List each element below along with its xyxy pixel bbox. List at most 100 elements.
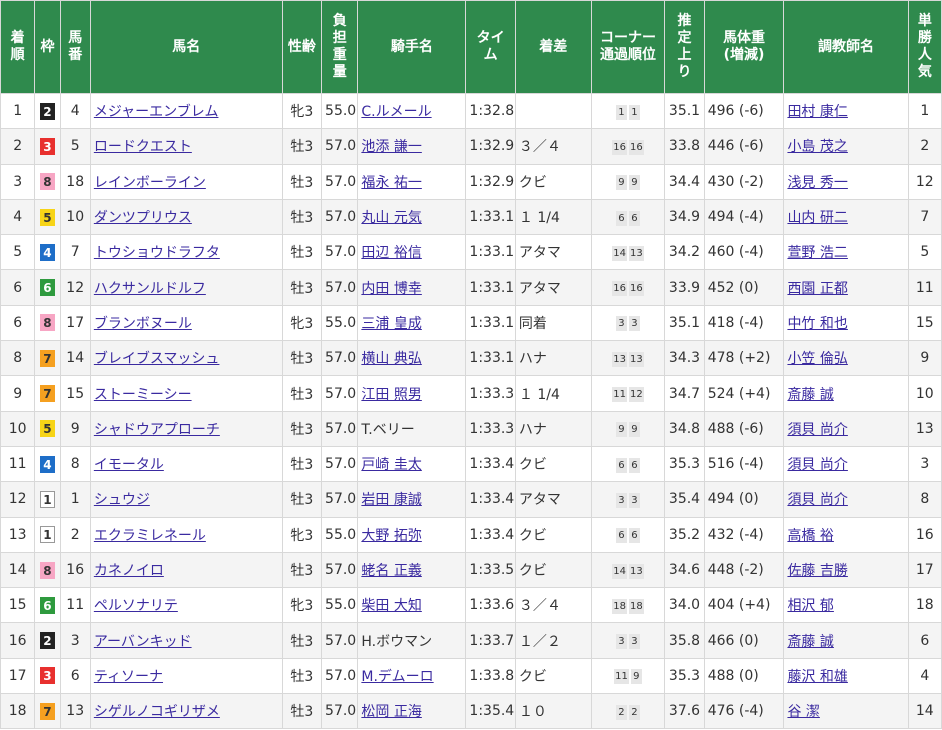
table-row[interactable]: 6 8 17 ブランボヌール 牝3 55.0 三浦 皇成 1:33.1 同着 3 3 35.1 418 … — [0, 304, 942, 342]
table-row[interactable]: 6 6 12 ハクサンルドルフ 牡3 57.0 内田 博幸 1:33.1 アタマ 16 16 33.9… — [0, 269, 942, 306]
table-row[interactable]: 11 4 8 イモータル 牡3 57.0 戸崎 圭太 1:33.4 クビ 6 6 35.3 516 (-… — [0, 445, 942, 483]
horse-name-link[interactable]: ダンツプリウス — [94, 210, 192, 226]
horse-name-link[interactable]: ペルソナリテ — [94, 598, 178, 614]
jockey-link[interactable]: 田辺 裕信 — [361, 245, 421, 261]
horse-name-link[interactable]: ティソーナ — [94, 669, 163, 685]
trainer-link[interactable]: 佐藤 吉勝 — [787, 563, 847, 579]
header-waku[interactable]: 枠 — [34, 0, 61, 94]
table-row[interactable]: 13 1 2 エクラミレネール 牝3 55.0 大野 拓弥 1:33.4 クビ 6 6 35.2 432… — [0, 516, 942, 553]
horse-weight-cell: 524 (+4) — [703, 375, 785, 412]
jockey-link[interactable]: 岩田 康誠 — [361, 492, 421, 508]
header-last3f[interactable]: 推定上り — [664, 0, 705, 94]
header-trainer[interactable]: 調教師名 — [783, 0, 909, 94]
margin-cell: クビ — [514, 163, 592, 200]
horse-name-link[interactable]: ブランボヌール — [94, 316, 192, 332]
table-row[interactable]: 8 7 14 ブレイブスマッシュ 牡3 57.0 横山 典弘 1:33.1 ハナ 13 13 34.3… — [0, 340, 942, 377]
horse-name-link[interactable]: ロードクエスト — [94, 139, 192, 155]
table-row[interactable]: 5 4 7 トウショウドラフタ 牡3 57.0 田辺 裕信 1:33.1 アタマ 14 13 34.2… — [0, 234, 942, 271]
jockey-link[interactable]: M.デムーロ — [361, 669, 433, 685]
horse-weight-cell: 460 (-4) — [703, 234, 785, 271]
jockey-link[interactable]: 三浦 皇成 — [361, 316, 421, 332]
corner-position: 9 — [615, 422, 627, 438]
header-corner[interactable]: コーナー 通過順位 — [590, 0, 666, 94]
corner-position: 3 — [628, 492, 640, 508]
jockey-link[interactable]: 池添 謙一 — [361, 139, 421, 155]
jockey-link[interactable]: 松岡 正海 — [361, 704, 421, 720]
trainer-link[interactable]: 相沢 郁 — [787, 598, 833, 614]
trainer-link[interactable]: 田村 康仁 — [787, 104, 847, 120]
trainer-link[interactable]: 谷 潔 — [787, 704, 819, 720]
jockey-link[interactable]: 戸崎 圭太 — [361, 457, 421, 473]
horse-name-link[interactable]: ハクサンルドルフ — [94, 281, 206, 297]
corner-position: 6 — [615, 528, 627, 544]
header-rank[interactable]: 着順 — [0, 0, 36, 94]
sex-age-cell: 牡3 — [281, 551, 323, 589]
table-row[interactable]: 3 8 18 レインボーライン 牡3 57.0 福永 祐一 1:32.9 クビ 9 9 34.4 430… — [0, 163, 942, 200]
trainer-cell: 高橋 裕 — [783, 516, 909, 553]
horse-name-link[interactable]: メジャーエンブレム — [94, 104, 219, 120]
trainer-link[interactable]: 藤沢 和雄 — [787, 669, 847, 685]
jockey-link[interactable]: 江田 照男 — [361, 387, 421, 403]
trainer-link[interactable]: 山内 研二 — [787, 210, 847, 226]
time-cell: 1:33.5 — [465, 551, 516, 589]
horse-name-link[interactable]: アーバンキッド — [94, 634, 192, 650]
horse-name-link[interactable]: シャドウアプローチ — [94, 422, 220, 438]
trainer-link[interactable]: 小島 茂之 — [787, 139, 847, 155]
trainer-link[interactable]: 西園 正都 — [787, 281, 847, 297]
jockey-link[interactable]: 大野 拓弥 — [361, 528, 421, 544]
trainer-link[interactable]: 須貝 尚介 — [787, 457, 847, 473]
header-horse-name[interactable]: 馬名 — [89, 0, 283, 94]
table-row[interactable]: 1 2 4 メジャーエンブレム 牝3 55.0 C.ルメール 1:32.8 1 1 35.1 496 … — [0, 92, 942, 130]
horse-name-link[interactable]: ブレイブスマッシュ — [94, 351, 220, 367]
waku-cell: 8 — [34, 304, 61, 342]
jockey-link[interactable]: 福永 祐一 — [361, 175, 421, 191]
trainer-link[interactable]: 須貝 尚介 — [787, 422, 847, 438]
header-popularity[interactable]: 単勝人気 — [907, 0, 942, 94]
trainer-link[interactable]: 斎藤 誠 — [787, 634, 833, 650]
header-jockey[interactable]: 騎手名 — [357, 0, 467, 94]
header-margin[interactable]: 着差 — [514, 0, 592, 94]
header-umaban[interactable]: 馬番 — [59, 0, 91, 94]
trainer-link[interactable]: 浅見 秀一 — [787, 175, 847, 191]
jockey-link[interactable]: 内田 博幸 — [361, 281, 421, 297]
table-row[interactable]: 2 3 5 ロードクエスト 牡3 57.0 池添 謙一 1:32.9 ３／４ 16 16 33.8 44… — [0, 128, 942, 165]
header-time[interactable]: タイム — [465, 0, 516, 94]
last3f-cell: 34.8 — [664, 410, 705, 447]
jockey-link[interactable]: 丸山 元気 — [361, 210, 421, 226]
horse-name-link[interactable]: イモータル — [94, 457, 164, 473]
horse-name-link[interactable]: カネノイロ — [94, 563, 164, 579]
rank-cell: 3 — [0, 163, 36, 200]
jockey-link[interactable]: C.ルメール — [361, 104, 431, 120]
rank-cell: 16 — [0, 622, 36, 659]
header-horse-weight[interactable]: 馬体重 (増減) — [703, 0, 785, 94]
trainer-link[interactable]: 高橋 裕 — [787, 528, 833, 544]
horse-name-link[interactable]: シュウジ — [94, 492, 150, 508]
jockey-cell: 大野 拓弥 — [357, 516, 467, 553]
weight-cell: 57.0 — [321, 657, 359, 695]
horse-name-link[interactable]: ストーミーシー — [94, 387, 192, 403]
table-row[interactable]: 12 1 1 シュウジ 牡3 57.0 岩田 康誠 1:33.4 アタマ 3 3 35.4 494 (0… — [0, 481, 942, 518]
horse-name-link[interactable]: エクラミレネール — [94, 528, 206, 544]
table-row[interactable]: 4 5 10 ダンツプリウス 牡3 57.0 丸山 元気 1:33.1 １ 1/4 6 6 34.9 4… — [0, 198, 942, 236]
horse-name-link[interactable]: トウショウドラフタ — [94, 245, 220, 261]
table-row[interactable]: 9 7 15 ストーミーシー 牡3 57.0 江田 照男 1:33.3 １ 1/4 11 12 34.… — [0, 375, 942, 412]
table-row[interactable]: 17 3 6 ティソーナ 牡3 57.0 M.デムーロ 1:33.8 クビ 11 9 35.3 488 … — [0, 657, 942, 695]
header-weight[interactable]: 負担重量 — [321, 0, 359, 94]
jockey-link[interactable]: 柴田 大知 — [361, 598, 421, 614]
trainer-link[interactable]: 斎藤 誠 — [787, 387, 833, 403]
table-row[interactable]: 18 7 13 シゲルノコギリザメ 牡3 57.0 松岡 正海 1:35.4 １０ 2 2 37.6 4… — [0, 693, 942, 730]
table-row[interactable]: 14 8 16 カネノイロ 牡3 57.0 蛯名 正義 1:33.5 クビ 14 13 34.6 448… — [0, 551, 942, 589]
trainer-link[interactable]: 須貝 尚介 — [787, 492, 847, 508]
jockey-link[interactable]: 横山 典弘 — [361, 351, 421, 367]
horse-name-link[interactable]: レインボーライン — [94, 175, 206, 191]
jockey-link[interactable]: 蛯名 正義 — [361, 563, 421, 579]
table-row[interactable]: 10 5 9 シャドウアプローチ 牡3 57.0 T.ベリー 1:33.3 ハナ 9 9 34.8 48… — [0, 410, 942, 447]
table-row[interactable]: 16 2 3 アーバンキッド 牡3 57.0 H.ボウマン 1:33.7 １／２ 3 3 35.8 46… — [0, 622, 942, 659]
horse-name-link[interactable]: シゲルノコギリザメ — [94, 704, 220, 720]
trainer-link[interactable]: 萱野 浩二 — [787, 245, 847, 261]
corner-cell: 66 — [590, 516, 666, 553]
table-row[interactable]: 15 6 11 ペルソナリテ 牝3 55.0 柴田 大知 1:33.6 ３／４ 18 18 34.0 4… — [0, 587, 942, 624]
trainer-link[interactable]: 小笠 倫弘 — [787, 351, 847, 367]
header-sex-age[interactable]: 性齢 — [281, 0, 323, 94]
trainer-link[interactable]: 中竹 和也 — [787, 316, 847, 332]
